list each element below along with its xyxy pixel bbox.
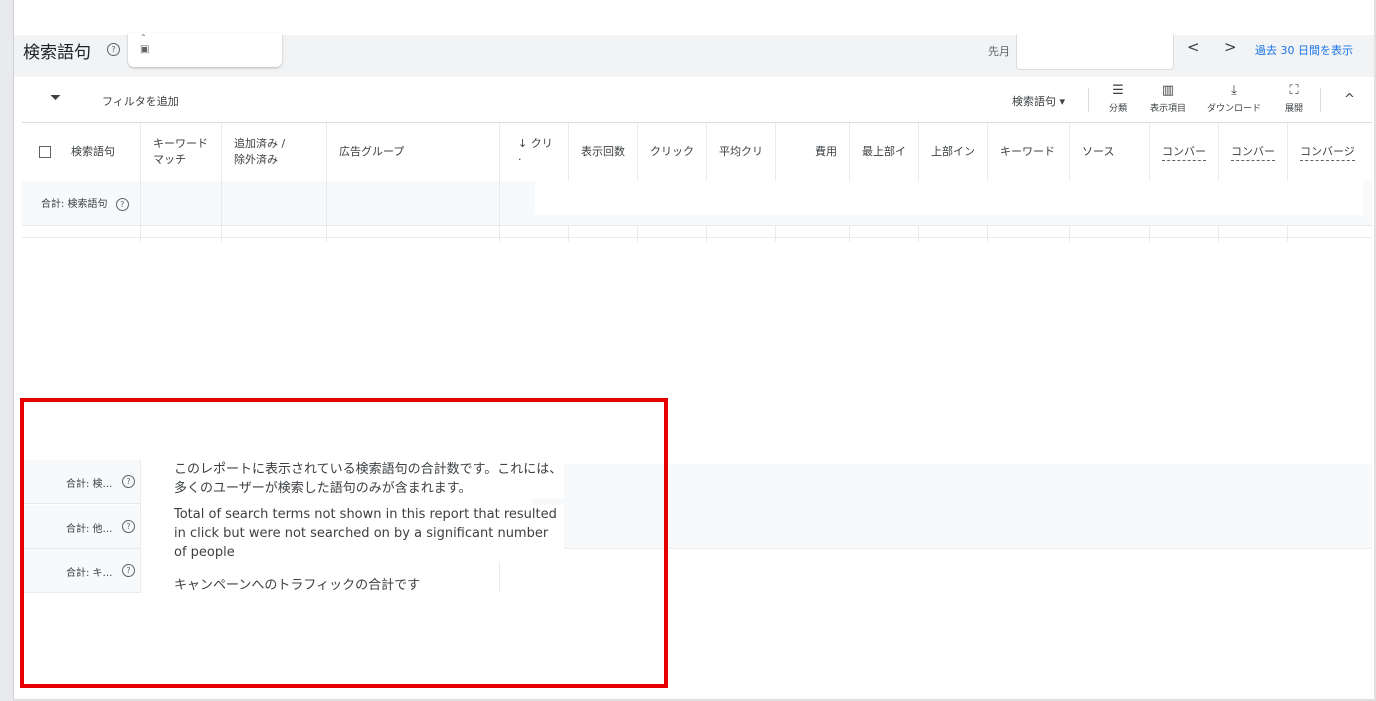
table-spacer-row <box>22 225 1372 242</box>
segment-dropdown[interactable]: 検索語句 ▾ <box>1012 93 1065 109</box>
window-left-border <box>0 0 14 701</box>
help-icon[interactable]: ? <box>115 197 129 211</box>
page-title-text: 検索語句 <box>23 43 91 63</box>
column-divider <box>221 225 222 242</box>
campaign-icon: ▣ <box>140 44 150 55</box>
table-header-row: 検索語句 キーワード マッチ 追加済み / 除外済み 広告グループ ↓ クリ· … <box>22 123 1372 182</box>
total-row: 合計: 検索語句 ? <box>22 181 1372 226</box>
column-divider <box>221 181 222 225</box>
column-header-search-term[interactable]: 検索語句 <box>22 123 141 181</box>
column-divider <box>918 225 919 242</box>
total-row-overlay <box>535 181 1363 215</box>
column-divider <box>1069 225 1070 242</box>
column-header-ad-group[interactable]: 広告グループ <box>327 123 500 181</box>
highlight-annotation-box <box>20 398 668 688</box>
table-toolbar: ⏷ フィルタを追加 検索語句 ▾ ☰ 分類 ▥ 表示項目 ⤓ ダウンロード ⛶ … <box>22 78 1372 123</box>
column-divider <box>637 225 638 242</box>
segment-icon: ☰ <box>1112 83 1124 98</box>
columns-icon: ▥ <box>1161 83 1175 98</box>
filter-icon[interactable]: ⏷ <box>50 90 61 106</box>
download-icon: ⤓ <box>1231 83 1237 98</box>
column-divider <box>326 181 327 225</box>
page-header: 検索語句 ? ⌃ ▣ 先月 < > 過去 30 日間を表示 <box>14 33 1374 77</box>
column-divider <box>140 181 141 225</box>
help-icon[interactable]: ? <box>107 43 120 56</box>
column-divider <box>775 225 776 242</box>
column-header-conversions-3[interactable]: コンバージ <box>1288 123 1372 181</box>
column-header-ctr[interactable]: ↓ クリ· <box>500 123 569 181</box>
column-divider <box>1149 225 1150 242</box>
column-header-clicks[interactable]: クリック <box>638 123 707 181</box>
column-header-conversions-1[interactable]: コンバー <box>1150 123 1219 181</box>
column-divider <box>849 225 850 242</box>
column-header-conversions-2[interactable]: コンバー <box>1219 123 1288 181</box>
download-button[interactable]: ⤓ ダウンロード <box>1204 83 1264 115</box>
select-all-checkbox[interactable] <box>39 146 51 158</box>
column-header-cost[interactable]: 費用 <box>776 123 850 181</box>
toolbar-divider <box>1320 88 1321 112</box>
chevron-right-icon[interactable]: > <box>1224 38 1237 56</box>
column-divider <box>499 225 500 242</box>
column-header-avg-cpc[interactable]: 平均クリ <box>707 123 776 181</box>
column-divider <box>987 225 988 242</box>
column-header-keyword-match[interactable]: キーワード マッチ <box>141 123 222 181</box>
column-divider <box>1218 225 1219 242</box>
last-30-days-link[interactable]: 過去 30 日間を表示 <box>1255 42 1353 58</box>
date-range-picker[interactable] <box>1016 34 1174 70</box>
add-filter-button[interactable]: フィルタを追加 <box>102 93 179 109</box>
column-divider <box>568 225 569 242</box>
column-divider <box>326 225 327 242</box>
column-divider <box>706 225 707 242</box>
column-header-impressions[interactable]: 表示回数 <box>569 123 638 181</box>
chevron-left-icon[interactable]: < <box>1187 38 1200 56</box>
expand-button[interactable]: ⛶ 展開 <box>1280 83 1308 115</box>
column-header-abs-top-impr[interactable]: 最上部イ <box>850 123 919 181</box>
date-range-label: 先月 <box>988 45 1010 58</box>
column-header-keyword[interactable]: キーワード <box>988 123 1070 181</box>
columns-button[interactable]: ▥ 表示項目 <box>1146 83 1190 115</box>
collapse-icon[interactable]: ^ <box>1344 92 1355 107</box>
column-header-top-impr[interactable]: 上部イン <box>919 123 988 181</box>
toolbar-divider <box>1088 88 1089 112</box>
segment-button[interactable]: ☰ 分類 <box>1104 83 1132 115</box>
column-divider <box>1287 225 1288 242</box>
page-title: 検索語句 ? <box>23 38 120 63</box>
dropdown-caret-icon: ⌃ <box>140 33 147 42</box>
column-divider <box>140 225 141 242</box>
total-row-label: 合計: 検索語句 ? <box>41 195 129 211</box>
column-header-added-excluded[interactable]: 追加済み / 除外済み <box>222 123 327 181</box>
expand-icon: ⛶ <box>1289 83 1299 98</box>
column-divider <box>499 181 500 225</box>
column-header-source[interactable]: ソース <box>1070 123 1150 181</box>
campaign-selector[interactable]: ⌃ ▣ <box>128 33 282 67</box>
